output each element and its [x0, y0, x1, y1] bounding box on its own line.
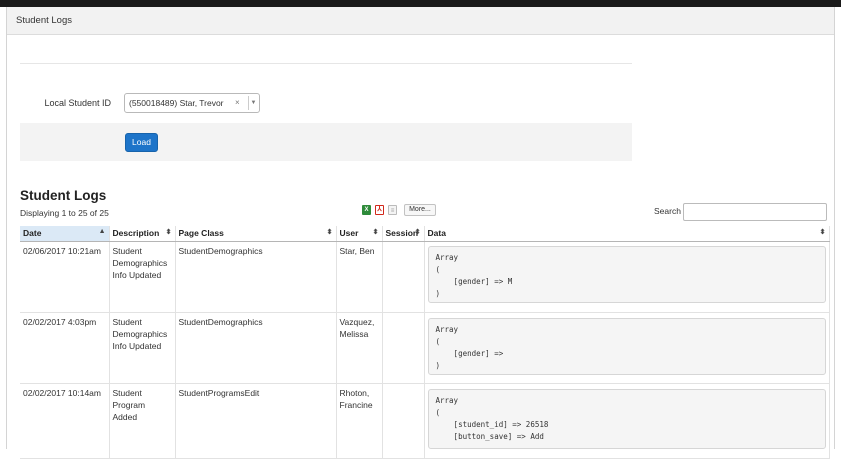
panel-title: Student Logs	[7, 7, 834, 35]
cell-session	[382, 312, 425, 384]
table-header-row: Date ▲ Description ⬍ Page Class ⬍ User ⬍ Ses…	[20, 226, 830, 242]
cell-page-class: StudentProgramsEdit	[175, 383, 337, 459]
cell-page-class: StudentDemographics	[175, 241, 337, 313]
sort-icon: ⬍	[819, 229, 826, 236]
load-button-bar: Load	[20, 123, 632, 161]
sort-icon: ⬍	[372, 229, 379, 236]
cell-description: Student Demographics Info Updated	[109, 241, 176, 313]
document-icon[interactable]: ≡	[388, 205, 397, 215]
cell-session	[382, 383, 425, 459]
form-divider	[20, 63, 632, 64]
window-top-bar	[0, 0, 841, 7]
table-row: 02/02/2017 4:03pm Student Demographics I…	[20, 312, 830, 384]
sort-icon: ⬍	[165, 229, 172, 236]
student-select-value: (550018489) Star, Trevor	[129, 98, 224, 108]
student-logs-panel: Student Logs Local Student ID (550018489…	[6, 7, 835, 459]
sort-icon: ⬍	[326, 229, 333, 236]
logs-heading: Student Logs	[20, 188, 107, 203]
column-header-page-class[interactable]: Page Class ⬍	[175, 226, 337, 242]
logs-table: Date ▲ Description ⬍ Page Class ⬍ User ⬍ Ses…	[20, 226, 830, 459]
data-dump: Array ( [gender] => M )	[427, 245, 826, 303]
search-input[interactable]	[683, 203, 827, 221]
table-row: 02/06/2017 10:21am Student Demographics …	[20, 241, 830, 313]
data-dump: Array ( [gender] => )	[427, 317, 826, 375]
column-header-date[interactable]: Date ▲	[20, 226, 110, 242]
cell-date: 02/02/2017 10:14am	[20, 383, 110, 459]
clear-selection-icon[interactable]: ×	[235, 94, 240, 112]
column-header-user[interactable]: User ⬍	[336, 226, 383, 242]
student-select[interactable]: (550018489) Star, Trevor × ▼	[124, 93, 260, 113]
excel-icon[interactable]: X	[362, 205, 371, 215]
cell-date: 02/06/2017 10:21am	[20, 241, 110, 313]
pdf-icon[interactable]: ⅄	[375, 205, 384, 215]
search-label: Search	[654, 206, 681, 216]
column-header-data[interactable]: Data ⬍	[424, 226, 830, 242]
cell-session	[382, 241, 425, 313]
record-count: Displaying 1 to 25 of 25	[20, 208, 109, 218]
cell-date: 02/02/2017 4:03pm	[20, 312, 110, 384]
more-button[interactable]: More...	[404, 204, 436, 216]
load-button[interactable]: Load	[125, 133, 158, 152]
cell-description: Student Demographics Info Updated	[109, 312, 176, 384]
data-dump: Array ( [student_id] => 26518 [button_sa…	[427, 388, 826, 449]
cell-user: Rhoton, Francine	[336, 383, 383, 459]
sort-asc-icon: ▲	[98, 228, 106, 235]
sort-icon: ⬍	[414, 229, 421, 236]
cell-user: Star, Ben	[336, 241, 383, 313]
cell-page-class: StudentDemographics	[175, 312, 337, 384]
cell-data: Array ( [gender] => M )	[424, 241, 830, 313]
cell-data: Array ( [gender] => )	[424, 312, 830, 384]
cell-data: Array ( [student_id] => 26518 [button_sa…	[424, 383, 830, 459]
local-student-id-label: Local Student ID	[44, 98, 111, 108]
cell-description: Student Program Added	[109, 383, 176, 459]
chevron-down-icon[interactable]: ▼	[248, 96, 258, 110]
column-header-description[interactable]: Description ⬍	[109, 226, 176, 242]
column-header-session[interactable]: Session ⬍	[382, 226, 425, 242]
table-row: 02/02/2017 10:14am Student Program Added…	[20, 383, 830, 459]
cell-user: Vazquez, Melissa	[336, 312, 383, 384]
